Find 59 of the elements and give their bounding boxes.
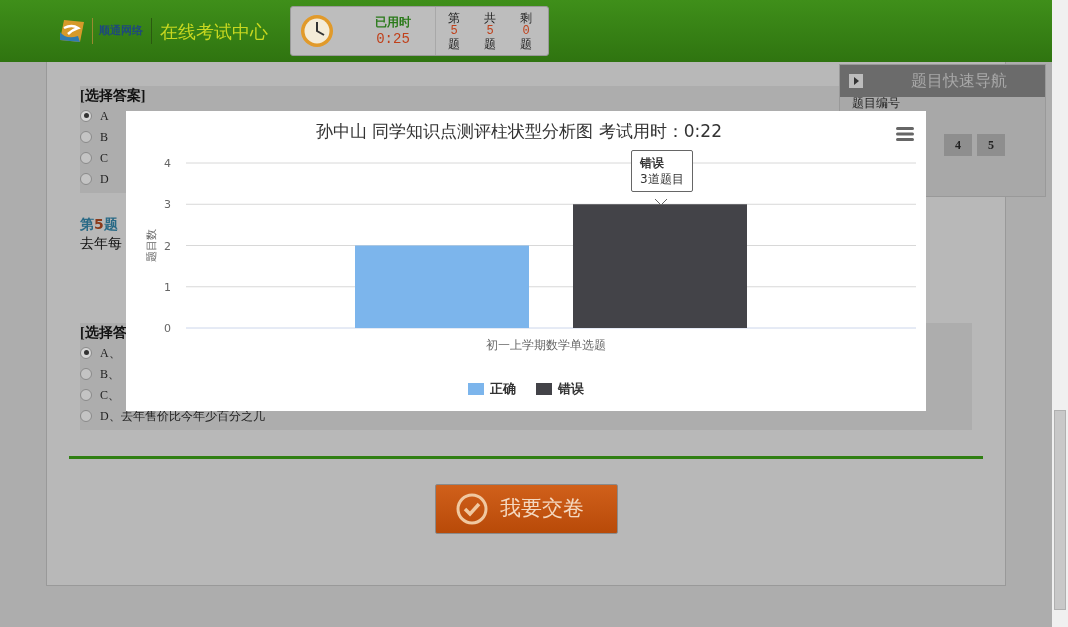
chart-title: 孙中山 同学知识点测评柱状型分析图 考试用时：0:22 (316, 120, 722, 143)
tooltip-series: 错误 (640, 155, 665, 171)
timer-value: 0:25 (376, 31, 410, 48)
logo-icon (58, 18, 86, 44)
submit-button[interactable]: 我要交卷 (434, 484, 618, 534)
bar[interactable] (573, 204, 747, 328)
question-number-button[interactable]: 4 (944, 134, 972, 156)
question-heading: 第5题 (80, 215, 119, 233)
axis-tick-label: 4 (164, 157, 171, 170)
legend-label[interactable]: 正确 (490, 379, 516, 399)
radio-button[interactable] (80, 367, 92, 380)
brand-name: 顺通网络 (99, 22, 143, 39)
question-text: 去年每 (80, 234, 123, 253)
counter-label: 共 (484, 11, 496, 25)
scrollbar[interactable] (1052, 0, 1068, 627)
question-number-button[interactable]: 5 (977, 134, 1005, 156)
scrollbar-thumb[interactable] (1054, 410, 1066, 610)
site-title: 在线考试中心 (160, 19, 268, 44)
tooltip-pointer (655, 199, 667, 206)
answer-label: [选择答 (80, 324, 127, 342)
option-label: C、 (100, 386, 120, 404)
bar[interactable] (355, 245, 529, 328)
option-label: D (100, 170, 109, 188)
option-label: A (100, 107, 109, 125)
menu-icon[interactable] (896, 127, 914, 141)
answer-label: [选择答案] (80, 87, 146, 105)
radio-button[interactable] (80, 151, 92, 164)
counter-value: 0 (522, 24, 530, 38)
axis-tick-label: 1 (164, 280, 171, 294)
radio-button[interactable] (80, 388, 92, 401)
clock-icon (299, 13, 335, 49)
radio-button[interactable] (80, 130, 92, 143)
counter-label: 第 (448, 11, 460, 25)
axis-title: 题目数 (145, 229, 158, 262)
navigator-subtitle: 题目编号 (852, 97, 900, 110)
check-circle-icon (455, 493, 488, 525)
radio-button[interactable] (80, 346, 92, 359)
legend-label[interactable]: 错误 (558, 379, 584, 399)
category-label: 初一上学期数学单选题 (486, 338, 606, 352)
timer-label: 已用时 (375, 14, 411, 31)
axis-tick-label: 2 (164, 239, 171, 253)
radio-button[interactable] (80, 409, 92, 422)
counter-value: 5 (486, 24, 494, 38)
counter-unit: 题 (520, 37, 532, 51)
counter-value: 5 (450, 24, 458, 38)
option-label: B (100, 128, 108, 146)
axis-tick-label: 0 (164, 322, 171, 335)
axis-tick-label: 3 (164, 198, 171, 212)
radio-button[interactable] (80, 109, 92, 122)
option-label: B、 (100, 365, 120, 383)
counter-unit: 题 (448, 37, 460, 51)
option-label: A、 (100, 344, 121, 362)
expand-icon[interactable] (849, 74, 863, 88)
counter-unit: 题 (484, 37, 496, 51)
option-label: C (100, 149, 108, 167)
navigator-title: 题目快速导航 (911, 70, 1007, 92)
tooltip-value: 3道题目 (640, 171, 684, 187)
counter-label: 剩 (520, 11, 532, 25)
radio-button[interactable] (80, 172, 92, 185)
